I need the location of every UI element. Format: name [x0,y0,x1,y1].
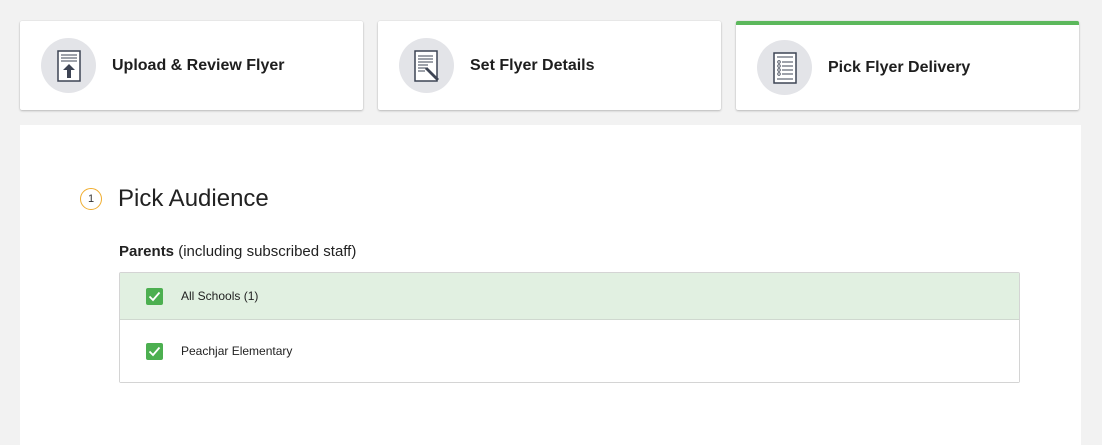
section-title: Pick Audience [118,185,269,212]
school-row[interactable]: Peachjar Elementary [120,320,1019,382]
section-header: 1 Pick Audience [80,185,269,213]
checkbox-checked-icon[interactable] [146,342,163,360]
step-label: Pick Flyer Delivery [828,58,971,76]
list-document-icon [757,40,812,95]
audience-label: Parents (including subscribed staff) [119,243,356,260]
school-row-all[interactable]: All Schools (1) [120,273,1019,320]
delivery-panel: 1 Pick Audience Parents (including subsc… [20,125,1081,445]
step-label: Set Flyer Details [470,56,595,74]
school-list: All Schools (1) Peachjar Elementary [119,272,1020,383]
step-label: Upload & Review Flyer [112,56,285,74]
school-name: Peachjar Elementary [181,344,293,358]
step-pick-delivery[interactable]: Pick Flyer Delivery [736,21,1079,110]
edit-document-icon [399,38,454,93]
step-upload-review[interactable]: Upload & Review Flyer [20,21,363,110]
step-set-details[interactable]: Set Flyer Details [378,21,721,110]
flyer-steps: Upload & Review Flyer Set Flyer Details [20,21,1079,110]
checkbox-checked-icon[interactable] [146,287,163,305]
school-name: All Schools (1) [181,289,259,303]
step-number-badge: 1 [80,188,102,210]
audience-label-bold: Parents [119,243,175,260]
audience-label-rest: (including subscribed staff) [174,243,357,260]
upload-flyer-icon [41,38,96,93]
